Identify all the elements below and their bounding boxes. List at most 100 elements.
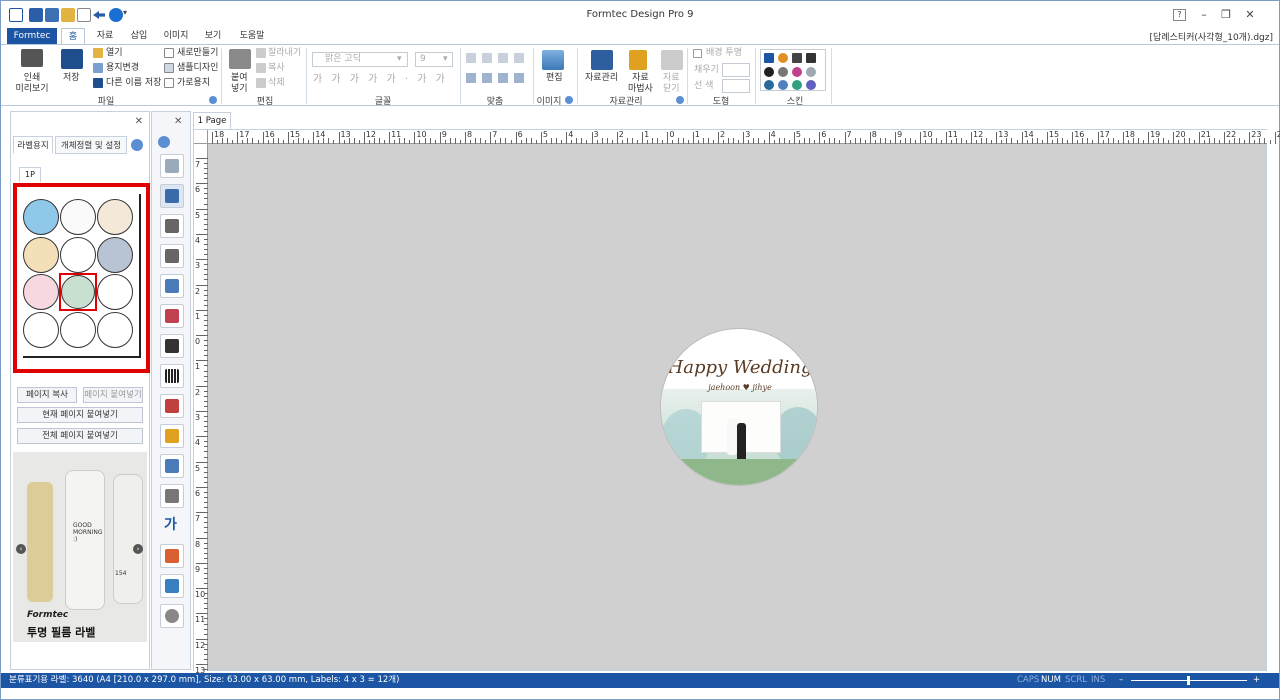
- fill-color-picker[interactable]: [722, 63, 750, 77]
- label-cell[interactable]: [60, 237, 96, 273]
- select-tool-button[interactable]: [160, 154, 184, 178]
- wedding-sticker[interactable]: Happy Wedding jaehoon ♥ jihye: [660, 328, 818, 486]
- font-style-buttons[interactable]: 가 가 가 가 가 · 가 가: [313, 74, 448, 85]
- tab-view[interactable]: 보기: [201, 28, 225, 44]
- font-tool-button[interactable]: 가: [160, 514, 184, 538]
- photo-tool-button[interactable]: [160, 424, 184, 448]
- copy-page-button[interactable]: 페이지 복사: [17, 387, 77, 403]
- skin-gallery[interactable]: [760, 49, 826, 91]
- ad-banner[interactable]: GOOD MORNING :) 154 ‹ › Formtec 투명 필름 라벨: [13, 452, 147, 642]
- tab-formtec[interactable]: Formtec: [7, 28, 57, 44]
- new-button[interactable]: 새로만들기: [177, 48, 218, 59]
- clipboard-icon[interactable]: [229, 49, 251, 69]
- serial-number-tool-button[interactable]: [160, 394, 184, 418]
- font-size-select[interactable]: 9 ▾: [415, 52, 453, 67]
- skin-orange-icon[interactable]: [778, 53, 788, 63]
- delete-button[interactable]: 삭제: [268, 78, 285, 89]
- tab-insert[interactable]: 삽입: [127, 28, 151, 44]
- printer-icon[interactable]: [21, 49, 43, 67]
- cut-button[interactable]: 잘라내기: [268, 48, 301, 59]
- skin-pink-icon[interactable]: [792, 67, 802, 77]
- skin-star-icon[interactable]: [792, 53, 802, 63]
- help-icon[interactable]: ?: [1173, 9, 1186, 21]
- font-name-select[interactable]: 맑은 고딕 ▾: [312, 52, 408, 67]
- cd-label-tool-button[interactable]: [160, 604, 184, 628]
- skin-lightblue-icon[interactable]: [778, 80, 788, 90]
- data-launcher-icon[interactable]: [676, 96, 684, 104]
- text-tool-button[interactable]: [160, 214, 184, 238]
- skin-teal-icon[interactable]: [764, 80, 774, 90]
- data-wizard-button[interactable]: 자료 마법사: [628, 73, 653, 95]
- ad-next-icon[interactable]: ›: [133, 544, 143, 554]
- label-cell[interactable]: [60, 312, 96, 348]
- clipart-tool-button[interactable]: [160, 544, 184, 568]
- zoom-slider-handle[interactable]: [1187, 676, 1190, 685]
- tab-object-settings[interactable]: 개체정렬 및 설정: [55, 136, 127, 154]
- restore-button[interactable]: ❐: [1217, 7, 1235, 23]
- label-cell[interactable]: [97, 312, 133, 348]
- label-cell[interactable]: [97, 274, 133, 310]
- skin-gray-icon[interactable]: [778, 67, 788, 77]
- minimize-button[interactable]: –: [1195, 7, 1213, 23]
- label-cell[interactable]: [23, 312, 59, 348]
- canvas-area[interactable]: 18 17 16 15 14 13 12 11 10 9 8 7 6 5 4 3 2 1 0 1 2 3 4 5 6 7 8 9 10 1…: [193, 129, 1280, 686]
- close-button[interactable]: ✕: [1241, 7, 1259, 23]
- vertical-text-tool-button[interactable]: [160, 244, 184, 268]
- paste-current-page-button[interactable]: 현재 페이지 붙여넣기: [17, 407, 143, 423]
- ad-prev-icon[interactable]: ‹: [16, 544, 26, 554]
- save-button[interactable]: 저장: [63, 73, 80, 84]
- landscape-button[interactable]: 가로용지: [177, 78, 210, 89]
- label-cell[interactable]: [97, 237, 133, 273]
- skin-green-icon[interactable]: [792, 80, 802, 90]
- open-button[interactable]: 열기: [106, 48, 123, 59]
- align-buttons-top[interactable]: [466, 53, 526, 63]
- tool-option-icon[interactable]: [158, 136, 170, 148]
- close-toolpanel-icon[interactable]: ✕: [174, 116, 182, 127]
- label-cell[interactable]: [97, 199, 133, 235]
- print-preview-button[interactable]: 인쇄 미리보기: [15, 73, 49, 95]
- text-effect-tool-button[interactable]: [160, 304, 184, 328]
- skin-purple-icon[interactable]: [806, 80, 816, 90]
- tab-label-paper[interactable]: 라벨용지: [13, 136, 53, 154]
- image-edit-icon[interactable]: [542, 50, 564, 70]
- label-cell[interactable]: [23, 199, 59, 235]
- data-import-icon[interactable]: [661, 50, 683, 70]
- sample-design-button[interactable]: 샘플디자인: [177, 63, 218, 74]
- data-manage-icon[interactable]: [591, 50, 613, 70]
- tab-help[interactable]: 도움말: [235, 28, 269, 44]
- multi-text-tool-button[interactable]: [160, 274, 184, 298]
- paste-page-button[interactable]: 페이지 붙여넣기: [83, 387, 143, 403]
- line-color-picker[interactable]: [722, 79, 750, 93]
- image-launcher-icon[interactable]: [565, 96, 573, 104]
- skin-silver-icon[interactable]: [806, 67, 816, 77]
- zoom-out-icon[interactable]: –: [1119, 673, 1123, 688]
- save-disk-icon[interactable]: [61, 49, 83, 69]
- scissors-tool-button[interactable]: [160, 184, 184, 208]
- paste-all-pages-button[interactable]: 전체 페이지 붙여넣기: [17, 428, 143, 444]
- skin-dark-icon[interactable]: [806, 53, 816, 63]
- align-buttons-bottom[interactable]: [466, 73, 526, 83]
- doc-tab-page1[interactable]: 1 Page: [193, 112, 231, 129]
- tab-image[interactable]: 이미지: [161, 28, 191, 44]
- label-cell[interactable]: [23, 237, 59, 273]
- skin-blue-icon[interactable]: [764, 53, 774, 63]
- barcode-tool-button[interactable]: [160, 364, 184, 388]
- paste-button[interactable]: 붙여 넣기: [231, 73, 248, 95]
- qrcode-tool-button[interactable]: [160, 334, 184, 358]
- label-sheet-preview[interactable]: [13, 183, 150, 373]
- copy-button[interactable]: 복사: [268, 63, 285, 74]
- data-import-button[interactable]: 자료 닫기: [663, 73, 680, 95]
- label-cell[interactable]: [60, 199, 96, 235]
- file-launcher-icon[interactable]: [209, 96, 217, 104]
- selected-label-cell[interactable]: [59, 273, 97, 311]
- image-edit-button[interactable]: 편집: [546, 73, 563, 84]
- tab-home[interactable]: 홈: [61, 28, 85, 44]
- skin-black-icon[interactable]: [764, 67, 774, 77]
- bg-transparent-checkbox[interactable]: [693, 49, 702, 58]
- zoom-in-icon[interactable]: +: [1253, 673, 1260, 688]
- save-as-button[interactable]: 다른 이름 저장: [106, 78, 161, 89]
- lines-tool-button[interactable]: [160, 484, 184, 508]
- table-tool-button[interactable]: [160, 454, 184, 478]
- data-manage-button[interactable]: 자료관리: [585, 73, 618, 84]
- page-tab-1p[interactable]: 1P: [19, 167, 41, 182]
